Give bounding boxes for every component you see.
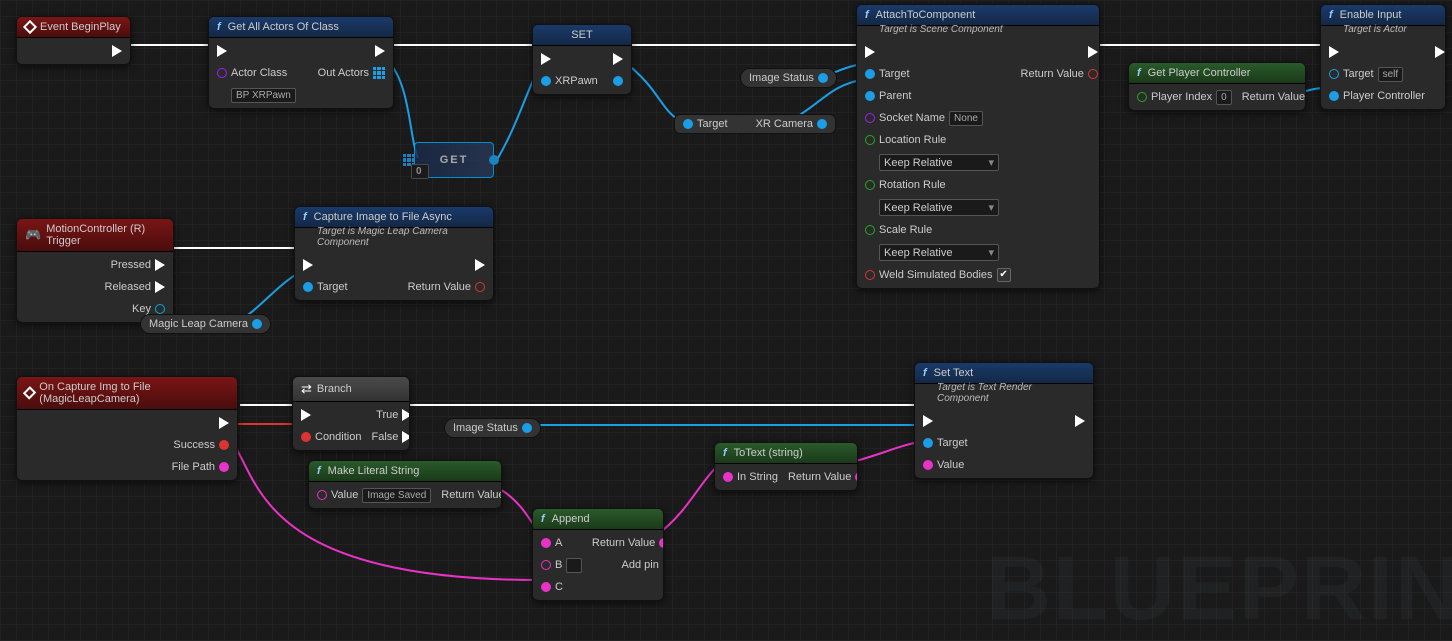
node-xrcamera[interactable]: Target XR Camera <box>674 114 836 134</box>
var-image-status[interactable]: Image Status <box>740 68 837 88</box>
node-set[interactable]: SET XRPawn <box>532 24 632 95</box>
node-totext[interactable]: fToText (string) In String Return Value <box>714 442 858 491</box>
node-event-beginplay[interactable]: Event BeginPlay <box>16 16 131 65</box>
node-get-player-controller[interactable]: fGet Player Controller Player Index0 Ret… <box>1128 62 1306 111</box>
node-get-all-actors[interactable]: fGet All Actors Of Class Actor Class BP … <box>208 16 394 109</box>
out[interactable] <box>489 155 499 165</box>
var-ml-camera[interactable]: Magic Leap Camera <box>140 314 271 334</box>
out-actors[interactable]: Out Actors <box>318 65 385 81</box>
exec-out[interactable] <box>318 43 385 59</box>
exec-in[interactable] <box>217 43 296 59</box>
node-enable-input[interactable]: fEnable Input Target is Actor Targetself… <box>1320 4 1446 110</box>
node-set-text[interactable]: fSet Text Target is Text Render Componen… <box>914 362 1094 479</box>
node-attach[interactable]: fAttachToComponent Target is Scene Compo… <box>856 4 1100 289</box>
gamepad-icon: 🎮 <box>25 227 41 243</box>
var-image-status-2[interactable]: Image Status <box>444 418 541 438</box>
node-on-capture[interactable]: On Capture Img to File (MagicLeapCamera)… <box>16 376 238 481</box>
node-make-literal-string[interactable]: fMake Literal String ValueImage Saved Re… <box>308 460 502 509</box>
node-append[interactable]: fAppend A B C Return Value Add pin+ <box>532 508 664 601</box>
node-array-get[interactable]: GET 0 <box>414 142 494 178</box>
exec-out[interactable] <box>112 43 122 59</box>
header: Event BeginPlay <box>17 17 130 38</box>
node-branch[interactable]: ⇄Branch Condition TrueFalse <box>292 376 410 451</box>
watermark: BLUEPRIN <box>986 538 1452 641</box>
node-motion-trigger[interactable]: 🎮MotionController (R) Trigger Pressed Re… <box>16 218 174 323</box>
node-capture-image[interactable]: fCapture Image to File Async Target is M… <box>294 206 494 301</box>
actor-class-pin[interactable]: Actor Class <box>217 65 296 81</box>
